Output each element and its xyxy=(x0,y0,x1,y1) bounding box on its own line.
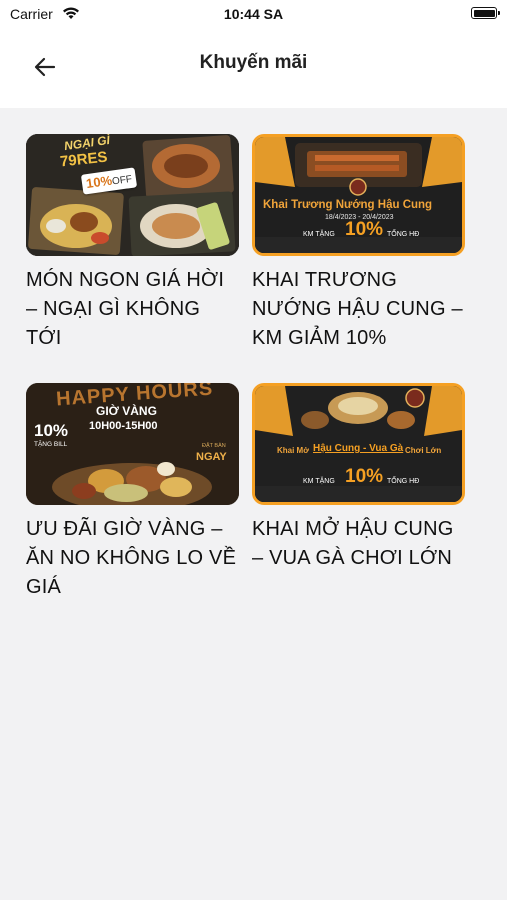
page-title: Khuyến mãi xyxy=(199,52,308,73)
banner-headline-c: Chơi Lớn xyxy=(405,446,442,455)
navigation-bar: Khuyến mãi xyxy=(0,30,507,108)
banner-percent: 10% xyxy=(34,421,69,440)
discount-badge-word: OFF xyxy=(111,173,133,188)
banner-percent: 10% xyxy=(345,466,384,487)
banner-left-label: KM TẶNG xyxy=(303,478,335,485)
battery-icon xyxy=(471,7,500,19)
banner-right-label: TỔNG HĐ xyxy=(387,478,420,485)
banner-hours: 10H00-15H00 xyxy=(89,420,158,432)
promotion-title: KHAI MỞ HẬU CUNG – VUA GÀ CHƠI LỚN xyxy=(252,518,454,569)
promotion-title: KHAI TRƯƠNG NƯỚNG HẬU CUNG – KM GIẢM 10% xyxy=(252,269,463,349)
promotion-title: ƯU ĐÃI GIỜ VÀNG – ĂN NO KHÔNG LO VỀ GIÁ xyxy=(26,518,237,598)
discount-badge-number: 10% xyxy=(85,172,113,192)
banner-left-label: KM TẶNG xyxy=(303,231,335,238)
banner-percent-label: TẶNG BILL xyxy=(34,441,68,448)
promotion-card[interactable]: Khai Trương Nướng Hậu Cung 18/4/2023 - 2… xyxy=(252,134,465,353)
promotion-card[interactable]: Khai Mở Hậu Cung - Vua Gà Chơi Lớn KM TẶ… xyxy=(252,383,465,573)
banner-headline: Khai Trương Nướng Hậu Cung xyxy=(263,199,433,211)
status-time: 10:44 SA xyxy=(223,6,284,22)
promotion-banner: HAPPY HOURS GIỜ VÀNG 10H00-15H00 10% TẶN… xyxy=(26,383,239,505)
banner-cta: NGAY xyxy=(196,451,227,463)
promotion-banner: Khai Trương Nướng Hậu Cung 18/4/2023 - 2… xyxy=(252,134,465,256)
promotion-banner: Khai Mở Hậu Cung - Vua Gà Chơi Lớn KM TẶ… xyxy=(252,383,465,505)
banner-right-label: TỔNG HĐ xyxy=(387,231,420,238)
banner-percent: 10% xyxy=(345,219,384,240)
promotion-card[interactable]: NGẠI GÌ 79RES 10%OFF MÓN NGON GIÁ HỜI – … xyxy=(26,134,239,353)
banner-headline-b: Hậu Cung - Vua Gà xyxy=(313,443,404,454)
promotion-title: MÓN NGON GIÁ HỜI – NGẠI GÌ KHÔNG TỚI xyxy=(26,269,225,349)
banner-headline-a: Khai Mở xyxy=(277,446,309,455)
status-bar: Carrier 10:44 SA xyxy=(0,0,507,30)
banner-cta-small: ĐẶT BÀN xyxy=(202,443,226,449)
promotion-banner: NGẠI GÌ 79RES 10%OFF xyxy=(26,134,239,256)
banner-subheadline: GIỜ VÀNG xyxy=(96,404,157,418)
promotion-card[interactable]: HAPPY HOURS GIỜ VÀNG 10H00-15H00 10% TẶN… xyxy=(26,383,239,602)
